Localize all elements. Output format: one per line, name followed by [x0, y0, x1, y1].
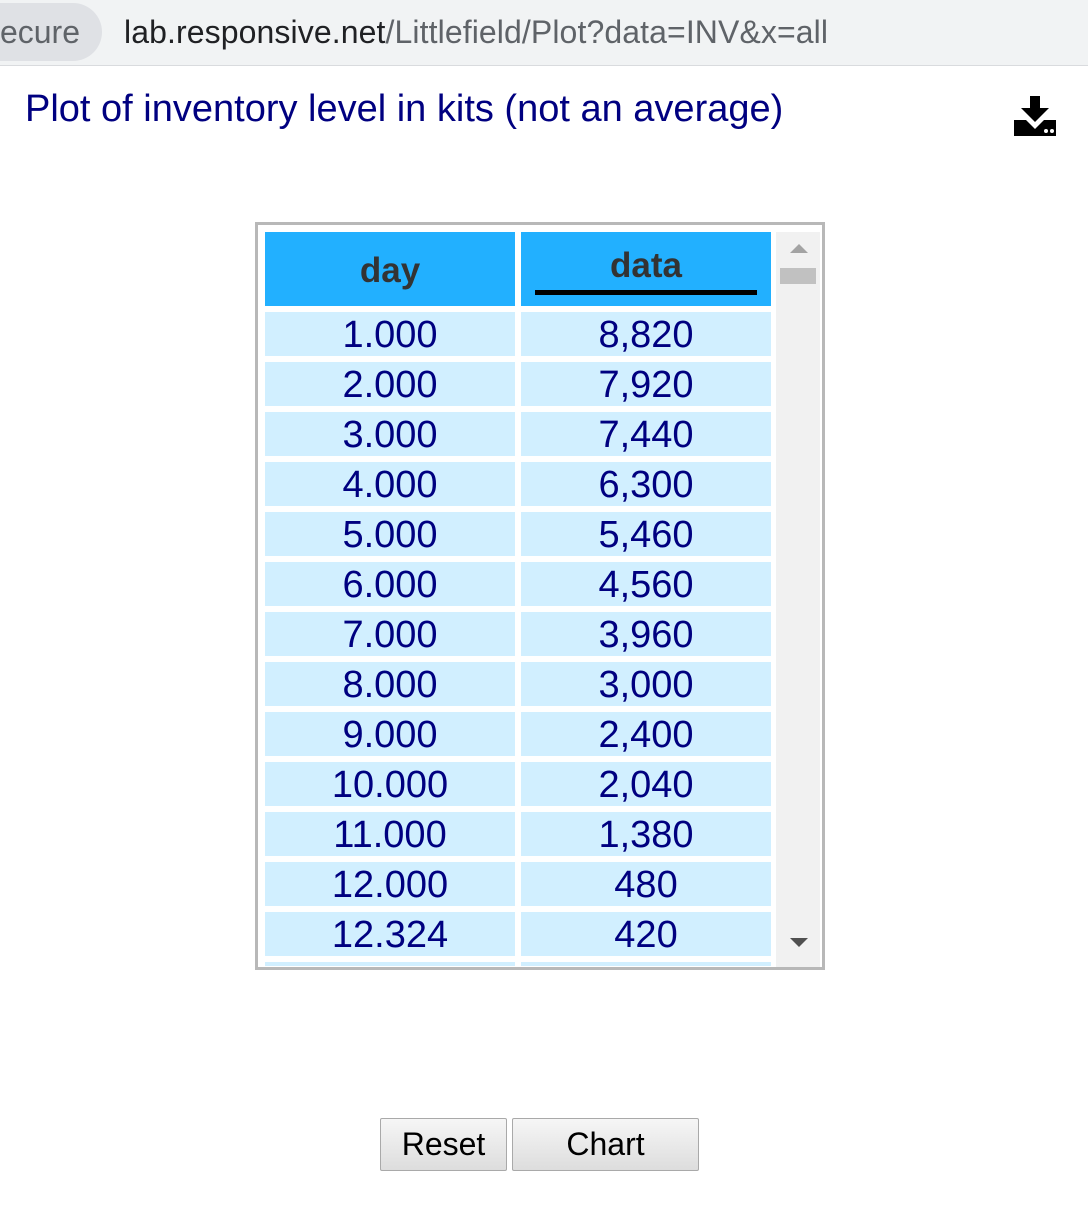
table-cell-day: 11.000 — [265, 812, 515, 856]
table-cell-day: 2.000 — [265, 362, 515, 406]
table-cell-partial — [265, 962, 515, 966]
download-icon[interactable] — [1012, 94, 1058, 138]
scroll-down-arrow-icon[interactable] — [790, 938, 808, 947]
url-path: /Littlefield/Plot?data=INV&x=all — [385, 14, 829, 50]
url-field[interactable]: lab.responsive.net/Littlefield/Plot?data… — [124, 12, 828, 52]
data-table-frame: day data 1.000 8,820 2.000 7,920 3.000 7,440 4… — [255, 222, 825, 970]
table-cell-day: 8.000 — [265, 662, 515, 706]
table-cell-data: 2,040 — [521, 762, 771, 806]
table-cell-data: 2,400 — [521, 712, 771, 756]
browser-address-bar: ecure lab.responsive.net/Littlefield/Plo… — [0, 0, 1088, 66]
table-cell-data: 420 — [521, 912, 771, 956]
table-cell-data: 1,380 — [521, 812, 771, 856]
table-cell-day: 12.000 — [265, 862, 515, 906]
reset-button[interactable]: Reset — [380, 1118, 507, 1171]
table-cell-day: 4.000 — [265, 462, 515, 506]
data-table-viewport[interactable]: day data 1.000 8,820 2.000 7,920 3.000 7,440 4… — [265, 232, 775, 966]
table-cell-data: 6,300 — [521, 462, 771, 506]
table-cell-data: 480 — [521, 862, 771, 906]
table-cell-data: 8,820 — [521, 312, 771, 356]
table-scrollbar[interactable] — [776, 232, 820, 967]
table-cell-day: 10.000 — [265, 762, 515, 806]
table-cell-day: 7.000 — [265, 612, 515, 656]
table-cell-day: 6.000 — [265, 562, 515, 606]
chart-button[interactable]: Chart — [512, 1118, 699, 1171]
table-cell-data: 3,000 — [521, 662, 771, 706]
table-cell-day: 9.000 — [265, 712, 515, 756]
table-cell-day: 3.000 — [265, 412, 515, 456]
column-header-day[interactable]: day — [265, 232, 515, 306]
table-cell-data: 7,440 — [521, 412, 771, 456]
table-cell-day: 1.000 — [265, 312, 515, 356]
table-cell-day: 12.324 — [265, 912, 515, 956]
page-title: Plot of inventory level in kits (not an … — [25, 88, 784, 130]
table-cell-data: 4,560 — [521, 562, 771, 606]
table-cell-data: 5,460 — [521, 512, 771, 556]
table-cell-data: 7,920 — [521, 362, 771, 406]
table-cell-data: 3,960 — [521, 612, 771, 656]
scroll-up-arrow-icon[interactable] — [790, 244, 808, 253]
column-header-data-label: data — [610, 246, 682, 285]
security-indicator[interactable]: ecure — [0, 3, 102, 61]
column-header-data[interactable]: data — [521, 232, 771, 306]
scroll-thumb[interactable] — [780, 268, 816, 284]
url-host: lab.responsive.net — [124, 14, 386, 50]
sort-indicator — [535, 290, 757, 295]
table-cell-day: 5.000 — [265, 512, 515, 556]
table-cell-partial — [521, 962, 771, 966]
